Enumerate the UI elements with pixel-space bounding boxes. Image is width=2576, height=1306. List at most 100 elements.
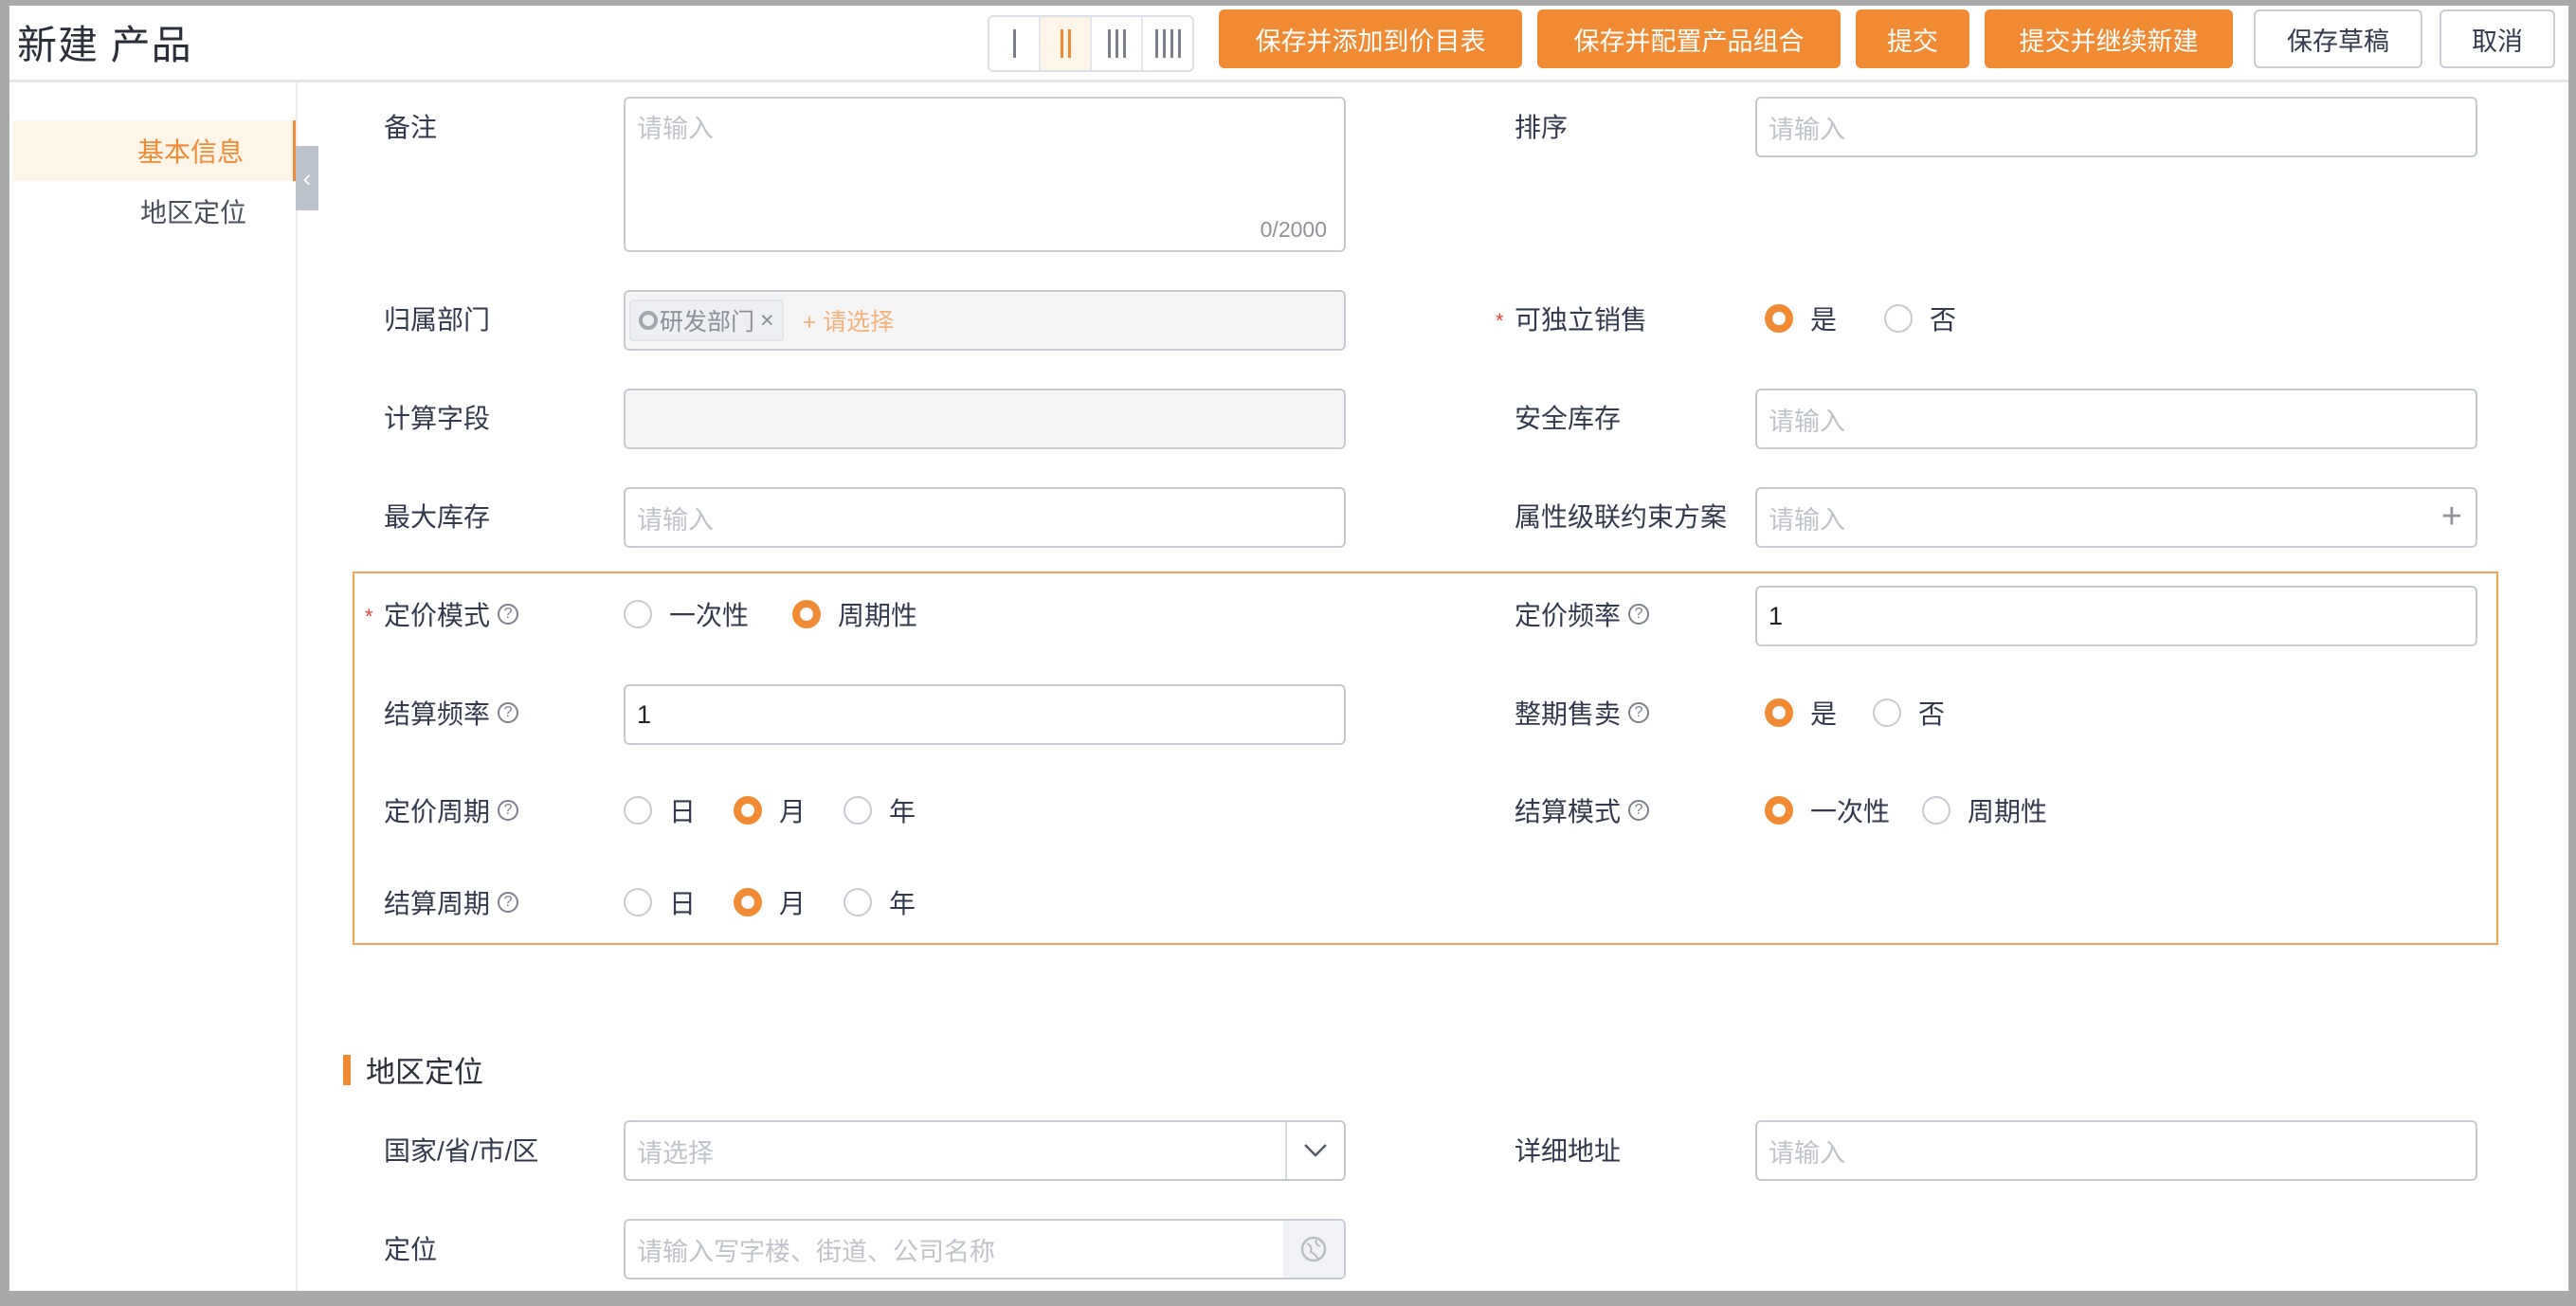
max-stock-label: 最大库存 [384, 502, 491, 532]
pricing-cycle-month-radio[interactable]: 月 [734, 791, 806, 829]
radio-unchecked-icon [844, 796, 872, 825]
radio-unchecked-icon [624, 888, 652, 916]
independent-sale-label: 可独立销售 [1515, 305, 1648, 335]
pricing-cycle-label-text: 定价周期 [384, 797, 491, 826]
remark-textarea[interactable]: 请输入 0/2000 [624, 97, 1346, 252]
three-column-icon [1107, 29, 1126, 58]
sidebar-item-label: 地区定位 [139, 198, 246, 227]
attr-constraint-placeholder: 请输入 [1769, 505, 1845, 535]
submit-button[interactable]: 提交 [1856, 9, 1969, 68]
submit-continue-button[interactable]: 提交并继续新建 [1985, 9, 2233, 68]
section-accent-bar [343, 1054, 351, 1085]
four-column-icon [1154, 29, 1181, 58]
attr-constraint-input[interactable]: 请输入 + [1755, 487, 2477, 548]
whole-period-label: 整期售卖? [1515, 694, 1650, 732]
save-config-bundle-button[interactable]: 保存并配置产品组合 [1537, 9, 1841, 68]
radio-checked-icon [1765, 304, 1793, 333]
settle-mode-once-radio[interactable]: 一次性 [1765, 791, 1890, 829]
two-column-icon [1060, 29, 1071, 58]
radio-label: 否 [1930, 305, 1957, 335]
sidebar-collapse-button[interactable]: ‹ [296, 146, 318, 210]
radio-unchecked-icon [624, 796, 652, 825]
address-input[interactable]: 请输入 [1755, 1120, 2477, 1181]
one-column-icon [1012, 29, 1016, 58]
help-icon[interactable]: ? [498, 604, 519, 625]
radio-label: 是 [1810, 305, 1838, 335]
layout-4-column-button[interactable] [1143, 17, 1192, 70]
pricing-mode-once-radio[interactable]: 一次性 [624, 595, 749, 633]
radio-checked-icon [792, 600, 821, 628]
pricing-cycle-year-radio[interactable]: 年 [844, 791, 916, 829]
sort-label: 排序 [1515, 113, 1569, 142]
help-icon[interactable]: ? [1628, 800, 1650, 821]
help-icon[interactable]: ? [1628, 604, 1650, 625]
radio-label: 一次性 [1810, 797, 1891, 826]
settle-freq-label-text: 结算频率 [384, 699, 491, 729]
help-icon[interactable]: ? [498, 702, 519, 723]
settle-cycle-year-radio[interactable]: 年 [844, 883, 916, 921]
save-draft-button[interactable]: 保存草稿 [2254, 9, 2422, 68]
whole-period-yes-radio[interactable]: 是 [1765, 694, 1837, 732]
whole-period-no-radio[interactable]: 否 [1873, 694, 1945, 732]
settle-freq-input[interactable]: 1 [624, 684, 1346, 745]
area-placeholder: 请选择 [637, 1138, 714, 1168]
safety-stock-placeholder: 请输入 [1769, 407, 1845, 436]
radio-unchecked-icon [624, 600, 652, 628]
radio-unchecked-icon [1873, 698, 1901, 727]
help-icon[interactable]: ? [498, 892, 519, 913]
pricing-freq-label: 定价频率? [1515, 595, 1650, 633]
pricing-cycle-day-radio[interactable]: 日 [624, 791, 696, 829]
sidebar-item-region[interactable]: 地区定位 [13, 181, 296, 242]
independent-sale-yes-radio[interactable]: 是 [1765, 299, 1837, 337]
sidebar-item-label: 基本信息 [136, 137, 244, 167]
pricing-mode-periodic-radio[interactable]: 周期性 [792, 595, 917, 633]
remark-label: 备注 [384, 113, 438, 142]
globe-location-icon[interactable] [1283, 1221, 1344, 1278]
chevron-down-icon[interactable] [1285, 1122, 1344, 1179]
settle-cycle-day-radio[interactable]: 日 [624, 883, 696, 921]
department-icon [639, 311, 658, 330]
layout-2-column-button[interactable] [1041, 17, 1092, 70]
radio-label: 周期性 [838, 601, 918, 630]
radio-label: 年 [889, 889, 916, 918]
layout-3-column-button[interactable] [1092, 17, 1143, 70]
region-section-header: 地区定位 [343, 1048, 483, 1091]
page-title: 新建 产品 [17, 23, 192, 67]
location-label: 定位 [384, 1235, 438, 1264]
department-tag: 研发部门 × [629, 299, 784, 341]
sidebar-item-basic-info[interactable]: 基本信息 [13, 120, 296, 181]
settle-mode-periodic-radio[interactable]: 周期性 [1922, 791, 2047, 829]
calc-field-input [624, 389, 1346, 449]
pricing-cycle-label: 定价周期? [384, 791, 519, 829]
tag-remove-icon[interactable]: × [760, 307, 774, 335]
max-stock-input[interactable]: 请输入 [624, 487, 1346, 548]
department-tag-label: 研发部门 [660, 309, 755, 336]
radio-label: 是 [1810, 699, 1838, 729]
radio-label: 一次性 [669, 601, 750, 630]
radio-label: 周期性 [1968, 797, 2048, 826]
save-add-pricelist-button[interactable]: 保存并添加到价目表 [1219, 9, 1522, 68]
cancel-button[interactable]: 取消 [2440, 9, 2555, 68]
sort-input[interactable]: 请输入 [1755, 97, 2477, 157]
department-selector[interactable]: 研发部门 × + 请选择 [624, 290, 1346, 351]
radio-unchecked-icon [1922, 796, 1950, 825]
department-add-link[interactable]: + 请选择 [803, 303, 895, 337]
radio-label: 月 [779, 889, 807, 918]
location-input[interactable]: 请输入写字楼、街道、公司名称 [624, 1219, 1346, 1279]
pricing-freq-input[interactable]: 1 [1755, 586, 2477, 646]
header: 新建 产品 保存并添加到价目表 保存并配置产品组合 提交 提交并继续新建 保存草… [9, 6, 2568, 82]
remark-placeholder: 请输入 [637, 115, 714, 143]
safety-stock-input[interactable]: 请输入 [1755, 389, 2477, 449]
help-icon[interactable]: ? [498, 800, 519, 821]
column-layout-switcher [988, 15, 1194, 72]
settle-cycle-month-radio[interactable]: 月 [734, 883, 806, 921]
help-icon[interactable]: ? [1628, 702, 1650, 723]
area-select[interactable]: 请选择 [624, 1120, 1346, 1181]
layout-1-column-button[interactable] [989, 17, 1041, 70]
independent-sale-no-radio[interactable]: 否 [1884, 299, 1956, 337]
department-label: 归属部门 [384, 305, 491, 335]
plus-icon[interactable]: + [2441, 497, 2462, 537]
radio-label: 月 [779, 797, 807, 826]
pricing-mode-label: 定价模式? [384, 595, 519, 633]
radio-label: 日 [669, 889, 697, 918]
